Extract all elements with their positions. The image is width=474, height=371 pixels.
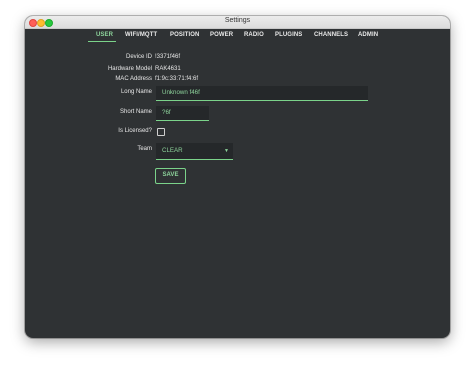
window-title: Settings <box>224 17 251 24</box>
mac-address-value: f1:9c:33:71:f4:6f <box>155 76 199 82</box>
long-name-label: Long Name <box>120 89 152 95</box>
save-button[interactable]: SAVE <box>155 168 186 184</box>
tab-user[interactable]: USER <box>96 32 113 38</box>
settings-window: Settings USER WIFI/MQTT POSITION POWER R… <box>25 16 450 338</box>
device-id-label: Device ID <box>125 54 152 60</box>
is-licensed-label: Is Licensed? <box>118 128 152 134</box>
tab-radio[interactable]: RADIO <box>244 32 264 38</box>
device-id-value: !3371f46f <box>155 54 181 60</box>
tab-plugins[interactable]: PLUGINS <box>275 32 302 38</box>
dropdown-arrow-icon: ▼ <box>224 148 229 154</box>
tab-admin[interactable]: ADMIN <box>358 32 378 38</box>
tab-channels[interactable]: CHANNELS <box>314 32 348 38</box>
team-select[interactable]: CLEAR ▼ <box>156 143 233 160</box>
team-label: Team <box>137 146 152 152</box>
team-selected-value: CLEAR <box>162 147 183 154</box>
hardware-model-value: RAK4631 <box>155 66 181 72</box>
hardware-model-label: Hardware Model <box>107 66 152 72</box>
short-name-label: Short Name <box>119 109 152 115</box>
active-tab-indicator <box>88 41 116 42</box>
tab-bar: USER WIFI/MQTT POSITION POWER RADIO PLUG… <box>25 30 450 44</box>
mac-address-label: MAC Address <box>115 76 152 82</box>
tab-position[interactable]: POSITION <box>170 32 199 38</box>
tab-power[interactable]: POWER <box>210 32 233 38</box>
long-name-input[interactable]: Unknown f46f <box>156 86 368 101</box>
is-licensed-checkbox[interactable] <box>157 128 165 136</box>
title-bar: Settings <box>25 16 450 29</box>
tab-wifi-mqtt[interactable]: WIFI/MQTT <box>125 32 157 38</box>
short-name-input[interactable]: ?6f <box>156 106 209 121</box>
